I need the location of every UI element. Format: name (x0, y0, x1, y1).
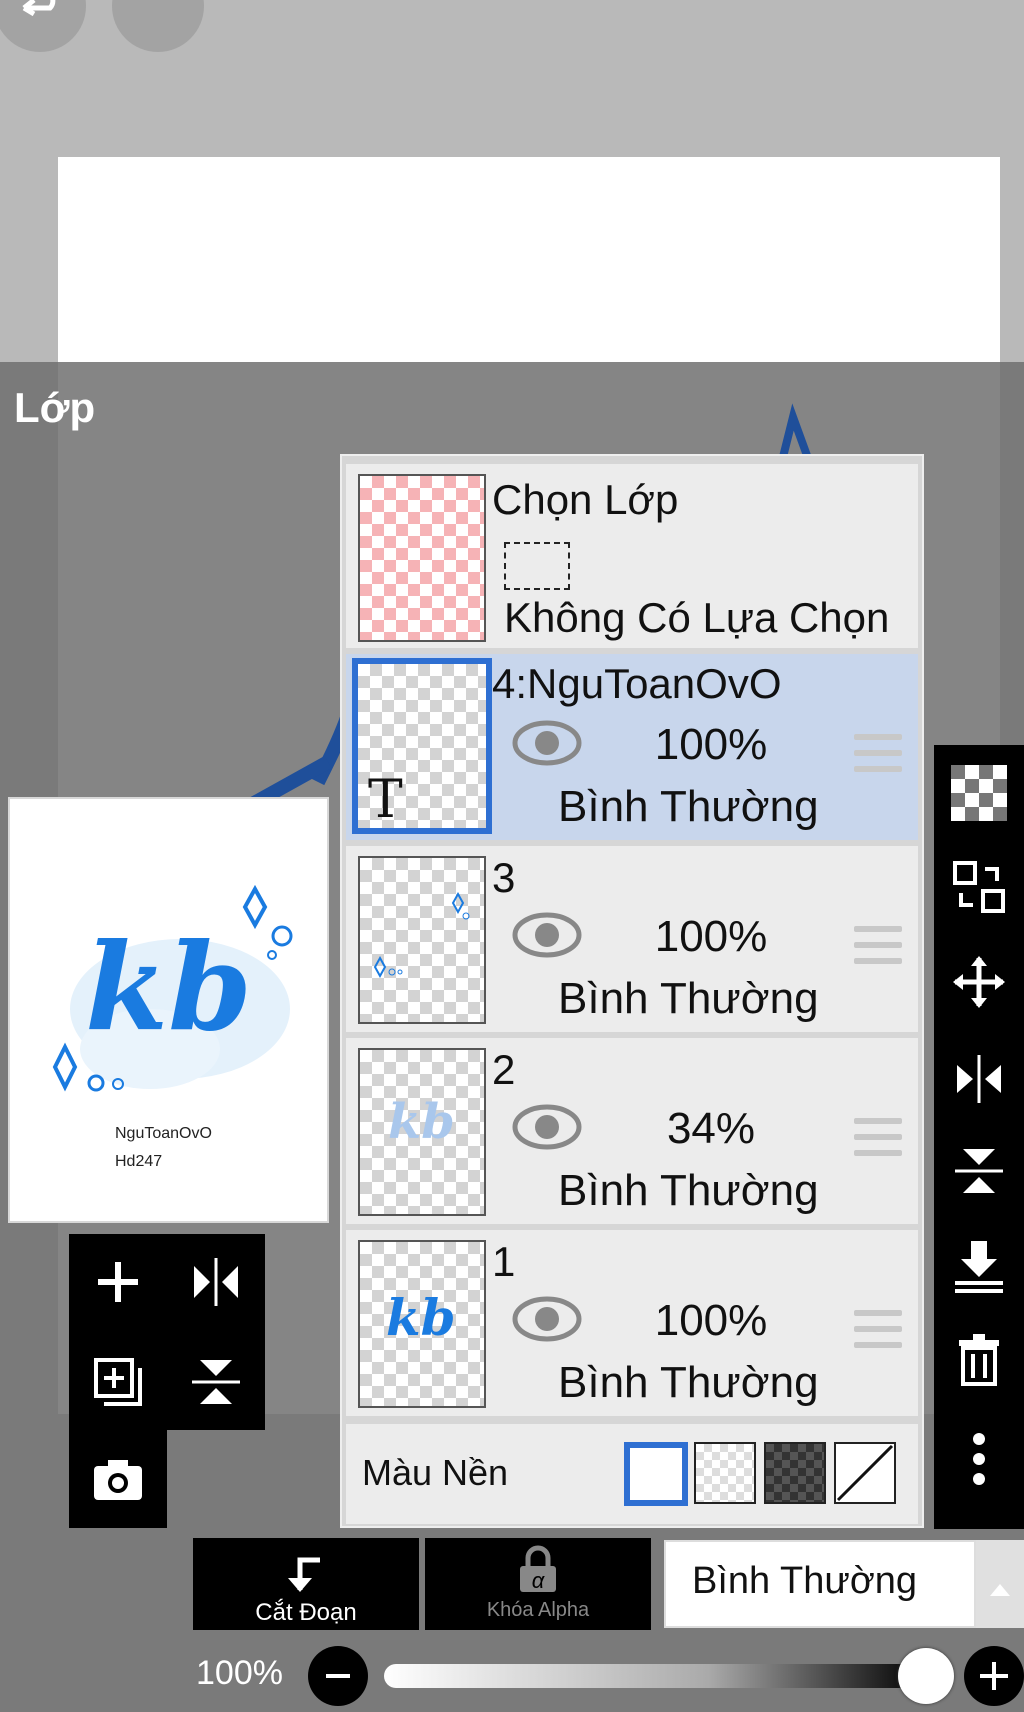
layer-name: 3 (492, 854, 516, 901)
background-color-label: Màu Nền (362, 1452, 509, 1493)
layer-opacity: 34% (666, 1104, 756, 1153)
bg-swatch-none[interactable] (834, 1442, 896, 1504)
layer-thumbnail (358, 856, 486, 1024)
transparency-checker-button[interactable] (949, 763, 1009, 823)
layer-blend-mode: Bình Thường (558, 782, 819, 831)
opacity-slider-thumb[interactable] (898, 1648, 954, 1704)
download-arrow-icon (955, 1241, 1003, 1293)
layer-row[interactable]: 3 100% Bình Thường (346, 846, 918, 1032)
flip-vertical-icon (955, 1149, 1003, 1193)
selection-thumbnail (358, 474, 486, 642)
layers-list: Chọn Lớp Không Có Lựa Chọn T 4:NguToanOv… (340, 454, 924, 1528)
move-button[interactable] (949, 952, 1009, 1012)
layer-row[interactable]: T 4:NguToanOvO 100% Bình Thường (346, 654, 918, 840)
visibility-eye-icon[interactable] (512, 910, 582, 965)
drag-handle-icon[interactable] (854, 734, 902, 782)
clipping-button[interactable]: Cắt Đoạn (193, 1538, 419, 1630)
selection-title: Chọn Lớp (492, 476, 679, 523)
marquee-icon (504, 542, 570, 590)
visibility-eye-icon[interactable] (512, 718, 582, 773)
layer-opacity: 100% (654, 1296, 768, 1345)
flip-vertical-layer-button[interactable] (186, 1352, 246, 1412)
flip-horizontal-button[interactable] (949, 1047, 1009, 1107)
bg-swatch-dark-checker[interactable] (764, 1442, 826, 1504)
layer-blend-mode: Bình Thường (558, 974, 819, 1023)
opacity-decrease-button[interactable] (308, 1646, 368, 1706)
delete-layer-button[interactable] (949, 1330, 1009, 1390)
layer-thumbnail: kb (358, 1048, 486, 1216)
more-options-button[interactable] (949, 1429, 1009, 1489)
visibility-eye-icon[interactable] (512, 1102, 582, 1157)
text-layer-glyph: T (368, 770, 403, 830)
blend-mode-toggle[interactable] (976, 1540, 1024, 1628)
undo-icon (22, 0, 56, 17)
checkerboard-icon (951, 765, 1007, 821)
right-toolbar (934, 745, 1024, 1529)
drag-handle-icon[interactable] (854, 1310, 902, 1358)
visibility-eye-icon[interactable] (512, 1294, 582, 1349)
minus-icon (326, 1674, 350, 1678)
swap-layer-button[interactable] (949, 857, 1009, 917)
thumbnail-art: kb (386, 1288, 456, 1347)
thumbnail-art: kb (388, 1094, 455, 1150)
drag-handle-icon[interactable] (854, 1118, 902, 1166)
alpha-lock-button[interactable]: α Khóa Alpha (425, 1538, 651, 1630)
undo-button[interactable] (0, 0, 86, 52)
drag-handle-icon[interactable] (854, 926, 902, 974)
flip-vertical-icon (192, 1360, 240, 1404)
flip-vertical-button[interactable] (949, 1141, 1009, 1201)
blend-mode-dropdown[interactable]: Bình Thường (664, 1540, 976, 1628)
panel-title: Lớp (14, 384, 96, 431)
layer-name: 2 (492, 1046, 516, 1093)
opacity-value: 100% (196, 1654, 283, 1692)
preview-caption-1: NguToanOvO (115, 1125, 212, 1142)
preview-caption-2: Hd247 (115, 1153, 163, 1170)
alpha-lock-label: Khóa Alpha (486, 1599, 590, 1621)
duplicate-layer-button[interactable] (88, 1352, 148, 1412)
move-icon (953, 956, 1005, 1008)
more-vertical-icon (973, 1433, 985, 1485)
redo-button[interactable] (112, 0, 204, 52)
selection-layer-row[interactable]: Chọn Lớp Không Có Lựa Chọn (346, 464, 918, 648)
preview-art-text: kb (85, 917, 253, 1058)
layer-thumbnail: T (352, 658, 492, 834)
layer-row[interactable]: kb 1 100% Bình Thường (346, 1230, 918, 1416)
layer-blend-mode: Bình Thường (558, 1166, 819, 1215)
plus-icon (98, 1262, 138, 1302)
lock-icon: α (520, 1545, 556, 1593)
layer-thumbnail: kb (358, 1240, 486, 1408)
duplicate-icon (94, 1358, 142, 1406)
canvas-preview[interactable]: kb NguToanOvO Hd247 (8, 797, 329, 1223)
selection-status: Không Có Lựa Chọn (504, 594, 890, 641)
add-layer-button[interactable] (88, 1252, 148, 1312)
bg-swatch-white[interactable] (624, 1442, 688, 1506)
opacity-increase-button[interactable] (964, 1646, 1024, 1706)
flip-horizontal-icon (957, 1055, 1001, 1103)
plus-icon (980, 1662, 1008, 1690)
flip-horizontal-icon (194, 1258, 238, 1306)
swap-icon (953, 861, 1005, 913)
layer-row[interactable]: kb 2 34% Bình Thường (346, 1038, 918, 1224)
layer-name: 1 (492, 1238, 516, 1285)
canvas[interactable] (58, 157, 1000, 367)
layer-blend-mode: Bình Thường (558, 1358, 819, 1407)
svg-text:α: α (532, 1568, 546, 1593)
camera-button[interactable] (88, 1450, 148, 1510)
flip-horizontal-layer-button[interactable] (186, 1252, 246, 1312)
layer-opacity: 100% (654, 912, 768, 961)
blend-mode-value: Bình Thường (692, 1560, 918, 1602)
camera-icon (94, 1460, 142, 1500)
opacity-slider-track[interactable] (384, 1664, 924, 1688)
merge-down-button[interactable] (949, 1235, 1009, 1295)
layer-name: 4:NguToanOvO (492, 660, 782, 707)
trash-icon (959, 1334, 999, 1386)
background-color-row: Màu Nền (346, 1424, 918, 1524)
clipping-arrow-icon (288, 1557, 320, 1592)
clipping-label: Cắt Đoạn (255, 1599, 357, 1626)
bg-swatch-transparent[interactable] (694, 1442, 756, 1504)
layer-opacity: 100% (654, 720, 768, 769)
triangle-up-icon (990, 1584, 1010, 1596)
diagonal-slash-icon (836, 1444, 894, 1502)
